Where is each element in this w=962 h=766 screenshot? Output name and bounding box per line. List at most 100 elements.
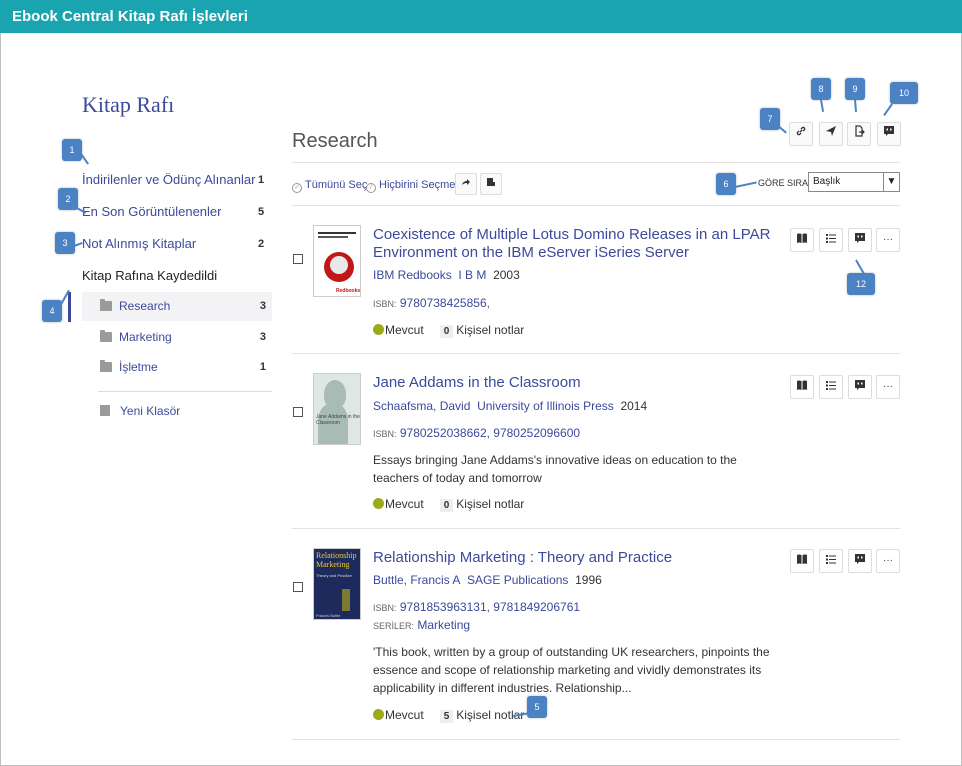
book-open-icon[interactable] — [790, 375, 814, 399]
comment-icon[interactable] — [848, 375, 872, 399]
result-checkbox[interactable] — [293, 582, 303, 592]
result-meta: Buttle, Francis A SAGE Publications 1996 — [373, 573, 602, 587]
cover-brand: Redbooks — [336, 288, 361, 294]
book-cover[interactable]: Relationship Marketing Theory and Practi… — [313, 548, 361, 620]
sort-select[interactable]: Başlık ▼ — [808, 172, 900, 192]
availability-label: Mevcut — [385, 497, 424, 511]
active-folder-indicator — [68, 292, 71, 322]
select-all-label: Tümünü Seç — [305, 179, 368, 191]
series-value[interactable]: Marketing — [417, 618, 470, 632]
result-isbn: ISBN: 9780738425856, — [373, 296, 490, 310]
sidebar-count-downloaded: 1 — [258, 174, 265, 186]
ellipsis-icon[interactable]: ··· — [876, 228, 900, 252]
result-publisher[interactable]: SAGE Publications — [467, 573, 568, 587]
list-icon[interactable] — [819, 228, 843, 252]
result-series: SERİLER: Marketing — [373, 618, 470, 632]
notes-count: 5 — [439, 710, 454, 723]
result-availability: Mevcut 0 Kişisel notlar — [373, 323, 524, 338]
result-title[interactable]: Jane Addams in the Classroom — [373, 374, 773, 392]
folder-count: 1 — [259, 361, 266, 373]
result-isbn: ISBN: 9780252038662, 9780252096600 — [373, 426, 580, 440]
notes-link[interactable]: Kişisel notlar — [456, 497, 524, 511]
callout-6: 6 — [716, 173, 736, 195]
callout-2: 2 — [58, 188, 78, 210]
available-icon — [373, 498, 384, 509]
sidebar-item-downloaded[interactable]: İndirilenler ve Ödünç Alınanlar — [82, 172, 255, 187]
result-author[interactable]: Schaafsma, David — [373, 399, 470, 413]
callout-8: 8 — [811, 78, 831, 100]
comment-icon[interactable] — [848, 228, 872, 252]
sidebar-count-recent: 5 — [258, 206, 265, 218]
book-cover[interactable]: Redbooks — [313, 225, 361, 297]
result-author[interactable]: Buttle, Francis A — [373, 573, 460, 587]
callout-12: 12 — [847, 273, 875, 295]
share-icon[interactable] — [455, 173, 477, 195]
folder-label: Marketing — [119, 330, 172, 344]
result-title[interactable]: Relationship Marketing : Theory and Prac… — [373, 549, 773, 567]
result-publisher[interactable]: I B M — [458, 268, 486, 282]
folder-count: 3 — [259, 331, 266, 343]
result-availability: Mevcut 5 Kişisel notlar — [373, 708, 524, 723]
result-description: Essays bringing Jane Addams's innovative… — [373, 453, 737, 485]
folder-label: İşletme — [119, 360, 158, 374]
folder-icon — [100, 299, 112, 311]
select-none-button[interactable]: / Hiçbirini Seçme — [366, 179, 455, 193]
sidebar-item-annotated[interactable]: Not Alınmış Kitaplar — [82, 236, 196, 251]
availability-label: Mevcut — [385, 323, 424, 337]
ellipsis-icon[interactable]: ··· — [876, 549, 900, 573]
callout-3: 3 — [55, 232, 75, 254]
folder-icon — [100, 360, 112, 372]
folder-marketing[interactable]: Marketing 3 — [82, 323, 272, 352]
select-all-button[interactable]: ✓ Tümünü Seç — [292, 179, 367, 193]
isbn-value[interactable]: 9780252038662, 9780252096600 — [400, 426, 580, 440]
isbn-label: ISBN: — [373, 429, 397, 439]
folder-research[interactable]: Research 3 — [82, 292, 272, 321]
sidebar-item-recent[interactable]: En Son Görüntülenenler — [82, 204, 221, 219]
export-icon[interactable] — [847, 122, 871, 146]
result-meta: IBM Redbooks I B M 2003 — [373, 268, 520, 282]
print-icon[interactable] — [480, 173, 502, 195]
result-title[interactable]: Coexistence of Multiple Lotus Domino Rel… — [373, 226, 773, 262]
result-author[interactable]: IBM Redbooks — [373, 268, 452, 282]
result-meta: Schaafsma, David University of Illinois … — [373, 399, 647, 413]
result-publisher[interactable]: University of Illinois Press — [477, 399, 614, 413]
notes-link[interactable]: Kişisel notlar — [456, 323, 524, 337]
isbn-label: ISBN: — [373, 603, 397, 613]
result-divider — [292, 739, 900, 740]
isbn-label: ISBN: — [373, 299, 397, 309]
folder-label: Research — [119, 299, 171, 313]
book-open-icon[interactable] — [790, 228, 814, 252]
result-divider — [292, 528, 900, 529]
isbn-value[interactable]: 9781853963131, 9781849206761 — [400, 600, 580, 614]
new-folder-link[interactable]: Yeni Klasör — [120, 404, 180, 418]
toolbar-divider — [292, 205, 900, 206]
sort-value: Başlık — [813, 176, 841, 187]
availability-label: Mevcut — [385, 708, 424, 722]
result-checkbox[interactable] — [293, 254, 303, 264]
cover-title: Jane Addams in the Classroom — [316, 414, 360, 426]
folder-isletme[interactable]: İşletme 1 — [82, 353, 272, 382]
book-open-icon[interactable] — [790, 549, 814, 573]
result-checkbox[interactable] — [293, 407, 303, 417]
comment-icon[interactable] — [877, 122, 901, 146]
book-cover[interactable]: Jane Addams in the Classroom — [313, 373, 361, 445]
isbn-value[interactable]: 9780738425856, — [400, 296, 490, 310]
result-isbn: ISBN: 9781853963131, 9781849206761 — [373, 600, 580, 614]
send-icon[interactable] — [819, 122, 843, 146]
window-title: Ebook Central Kitap Rafı İşlevleri — [0, 0, 962, 33]
notes-count: 0 — [439, 325, 454, 338]
list-icon[interactable] — [819, 375, 843, 399]
ellipsis-icon[interactable]: ··· — [876, 375, 900, 399]
chevron-down-icon: ▼ — [883, 173, 899, 191]
new-folder-icon[interactable] — [100, 405, 110, 416]
available-icon — [373, 709, 384, 720]
callout-10: 10 — [890, 82, 918, 104]
folder-icon — [100, 330, 112, 342]
cover-author: Francis Buttle — [316, 613, 341, 618]
comment-icon[interactable] — [848, 549, 872, 573]
saved-section-label: Kitap Rafına Kaydedildi — [82, 268, 218, 283]
result-year: 2014 — [620, 399, 648, 413]
link-icon[interactable] — [789, 122, 813, 146]
list-icon[interactable] — [819, 549, 843, 573]
result-description: 'This book, written by a group of outsta… — [373, 645, 770, 695]
